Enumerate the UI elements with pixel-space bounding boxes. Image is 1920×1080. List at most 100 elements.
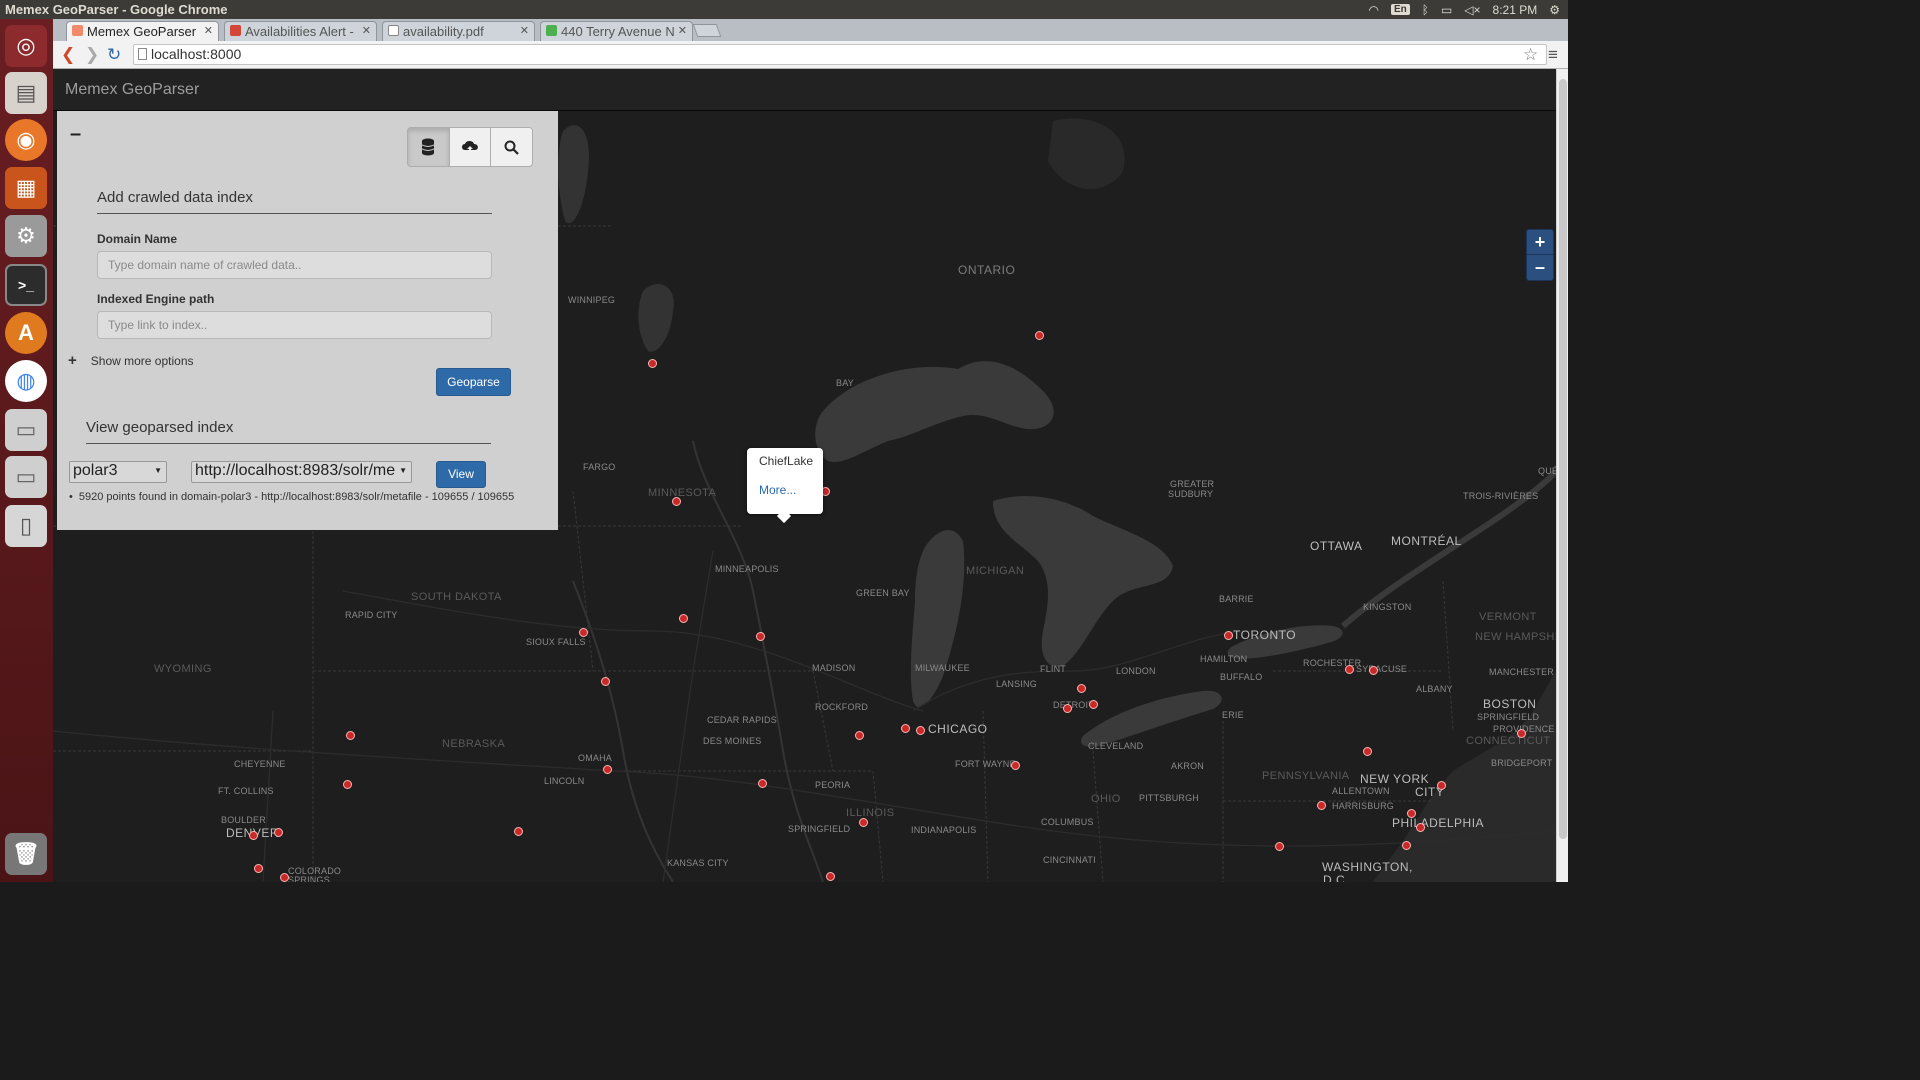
- map-point-marker[interactable]: [601, 677, 610, 686]
- drive-icon[interactable]: ▭: [5, 456, 47, 498]
- address-bar[interactable]: localhost:8000: [133, 44, 1547, 65]
- map-point-marker[interactable]: [1517, 729, 1526, 738]
- geoparse-button[interactable]: Geoparse: [436, 368, 511, 396]
- map-point-marker[interactable]: [756, 632, 765, 641]
- firefox-icon[interactable]: ◉: [5, 119, 47, 161]
- battery-icon[interactable]: ▭: [1441, 3, 1452, 17]
- map-place-label: RAPID CITY: [345, 610, 398, 620]
- engine-path-input[interactable]: [97, 311, 492, 339]
- map-place-label: MINNEAPOLIS: [715, 564, 779, 574]
- zoom-out-button[interactable]: –: [1527, 255, 1553, 280]
- map-point-marker[interactable]: [1035, 331, 1044, 340]
- map-point-marker[interactable]: [1363, 747, 1372, 756]
- tab-memex-geoparser[interactable]: Memex GeoParser ✕: [66, 21, 219, 41]
- map-place-label: FORT WAYNE: [955, 759, 1016, 769]
- map-point-marker[interactable]: [274, 828, 283, 837]
- system-settings-icon[interactable]: ⚙: [5, 215, 47, 257]
- show-more-options[interactable]: + Show more options: [68, 352, 194, 369]
- settings-gear-icon[interactable]: ⚙: [1549, 3, 1560, 17]
- zoom-in-button[interactable]: +: [1527, 230, 1553, 255]
- domain-select[interactable]: polar3 ▼: [69, 461, 167, 483]
- map-point-marker[interactable]: [901, 724, 910, 733]
- keyboard-layout-indicator[interactable]: En: [1390, 4, 1410, 15]
- page-scrollbar[interactable]: [1556, 69, 1568, 882]
- map-point-marker[interactable]: [1369, 666, 1378, 675]
- map-point-marker[interactable]: [826, 872, 835, 881]
- map-point-marker[interactable]: [1437, 781, 1446, 790]
- terminal-icon[interactable]: >_: [5, 264, 47, 306]
- chrome-icon[interactable]: ◍: [5, 360, 47, 402]
- impress-icon[interactable]: ▦: [5, 167, 47, 209]
- bluetooth-icon[interactable]: ᛒ: [1422, 3, 1429, 17]
- map-point-marker[interactable]: [758, 779, 767, 788]
- browser-toolbar: ❮ ❯ ↻ localhost:8000 ☆ ≡: [53, 41, 1568, 69]
- map-point-marker[interactable]: [1407, 809, 1416, 818]
- map-point-marker[interactable]: [1011, 761, 1020, 770]
- map-point-marker[interactable]: [1077, 684, 1086, 693]
- close-tab-icon[interactable]: ✕: [678, 24, 687, 37]
- back-arrow-icon[interactable]: ❮: [61, 45, 75, 65]
- ubuntu-dash-icon[interactable]: ◎: [5, 25, 47, 67]
- drive-icon[interactable]: ▭: [5, 409, 47, 451]
- tab-availability-pdf[interactable]: availability.pdf ✕: [382, 21, 535, 41]
- tab-availabilities-alert[interactable]: Availabilities Alert - ✕: [224, 21, 377, 41]
- map-point-marker[interactable]: [1063, 704, 1072, 713]
- chrome-menu-icon[interactable]: ≡: [1548, 45, 1558, 65]
- scroll-thumb[interactable]: [1559, 79, 1567, 839]
- wifi-icon[interactable]: ◠: [1368, 3, 1378, 17]
- map-point-marker[interactable]: [1317, 801, 1326, 810]
- map-point-marker[interactable]: [343, 780, 352, 789]
- map-point-marker[interactable]: [855, 731, 864, 740]
- page-favicon-icon: [72, 25, 83, 36]
- map-point-marker[interactable]: [1402, 841, 1411, 850]
- search-button[interactable]: [491, 128, 532, 166]
- forward-arrow-icon[interactable]: ❯: [85, 45, 99, 65]
- map-point-marker[interactable]: [1224, 631, 1233, 640]
- map-point-marker[interactable]: [254, 864, 263, 873]
- trash-icon[interactable]: 🗑: [5, 833, 47, 875]
- map-place-label: MICHIGAN: [966, 565, 1025, 577]
- map-point-marker[interactable]: [1345, 665, 1354, 674]
- clock[interactable]: 8:21 PM: [1493, 3, 1538, 17]
- map-point-marker[interactable]: [579, 628, 588, 637]
- map-point-marker[interactable]: [603, 765, 612, 774]
- domain-name-input[interactable]: [97, 251, 492, 279]
- close-tab-icon[interactable]: ✕: [520, 24, 529, 37]
- map-point-marker[interactable]: [1416, 823, 1425, 832]
- view-button[interactable]: View: [436, 461, 486, 488]
- map-place-label: GREATER: [1170, 479, 1215, 489]
- map-point-marker[interactable]: [679, 614, 688, 623]
- map-point-marker[interactable]: [249, 831, 258, 840]
- reload-icon[interactable]: ↻: [107, 45, 121, 65]
- upload-button[interactable]: [449, 128, 492, 166]
- tab-440-terry-avenue[interactable]: 440 Terry Avenue N ✕: [540, 21, 693, 41]
- map-point-marker[interactable]: [1275, 842, 1284, 851]
- map-place-label: MONTRÉAL: [1391, 534, 1462, 548]
- bookmark-star-icon[interactable]: ☆: [1523, 45, 1538, 65]
- dropdown-arrow-icon: ▼: [399, 466, 407, 475]
- index-select[interactable]: http://localhost:8983/solr/me ▼: [191, 461, 412, 483]
- close-tab-icon[interactable]: ✕: [204, 24, 213, 37]
- map-point-marker[interactable]: [1089, 700, 1098, 709]
- map-point-marker[interactable]: [916, 726, 925, 735]
- map-point-marker[interactable]: [648, 359, 657, 368]
- collapse-panel-button[interactable]: –: [70, 123, 81, 146]
- new-tab-button[interactable]: [692, 24, 722, 37]
- app-brand[interactable]: Memex GeoParser: [65, 81, 199, 99]
- removable-drive-icon[interactable]: ▯: [5, 505, 47, 547]
- software-center-icon[interactable]: A: [5, 312, 47, 354]
- map-point-marker[interactable]: [514, 827, 523, 836]
- volume-muted-icon[interactable]: ◁×: [1464, 3, 1480, 17]
- plus-icon: +: [68, 352, 77, 369]
- map-place-label: MILWAUKEE: [915, 663, 970, 673]
- add-index-heading: Add crawled data index: [97, 189, 253, 206]
- geoparser-panel: – Add crawled data index Domain Name Typ…: [57, 111, 558, 530]
- close-tab-icon[interactable]: ✕: [362, 24, 371, 37]
- map-point-marker[interactable]: [280, 873, 289, 882]
- map-point-marker[interactable]: [346, 731, 355, 740]
- popup-more-link[interactable]: More...: [759, 483, 796, 497]
- map-point-marker[interactable]: [859, 818, 868, 827]
- database-button[interactable]: [408, 128, 450, 166]
- files-icon[interactable]: ▤: [5, 72, 47, 114]
- map-point-marker[interactable]: [672, 497, 681, 506]
